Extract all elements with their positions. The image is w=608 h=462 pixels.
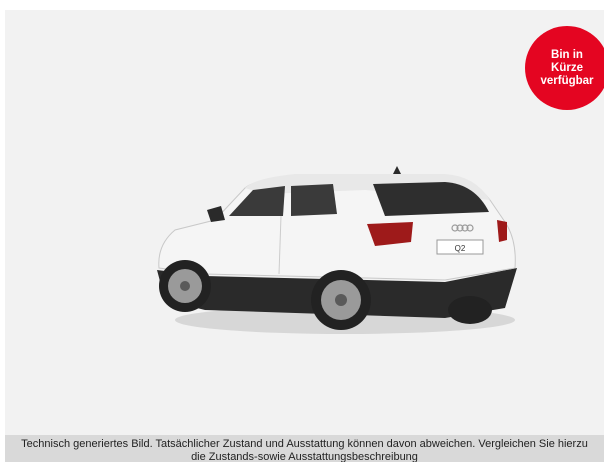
image-disclaimer: Technisch generiertes Bild. Tatsächliche…	[5, 435, 604, 462]
car-image: Q2	[157, 166, 517, 334]
disclaimer-line-1: Technisch generiertes Bild. Tatsächliche…	[21, 438, 588, 450]
availability-badge: Bin in Kürze verfügbar	[525, 26, 604, 110]
vehicle-image-stage: Bin in Kürze verfügbar Q2 Technisch gene…	[5, 10, 604, 462]
license-plate-text: Q2	[455, 244, 466, 253]
availability-badge-text: Bin in Kürze verfügbar	[540, 48, 594, 87]
disclaimer-line-2: die Zustands-sowie Ausstattungsbeschreib…	[191, 451, 418, 462]
